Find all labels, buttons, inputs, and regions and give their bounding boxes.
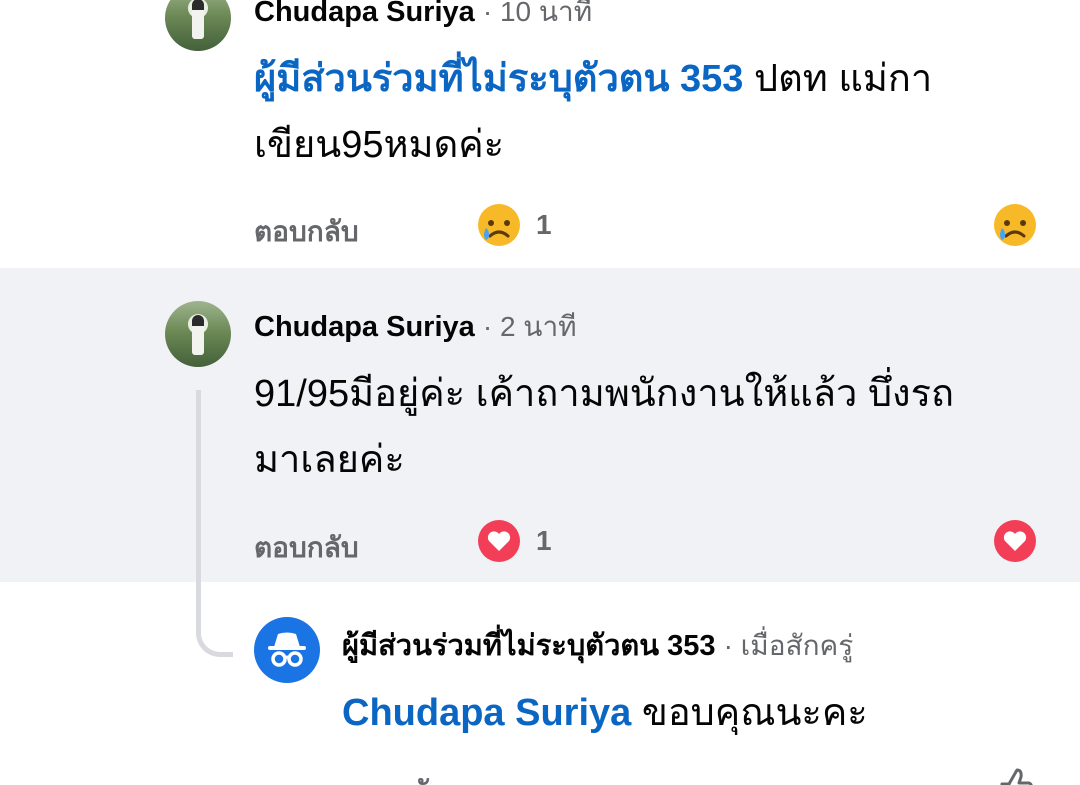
react-button[interactable] — [992, 518, 1038, 568]
author-name[interactable]: ผู้มีส่วนร่วมที่ไม่ระบุตัวตน 353 — [342, 630, 716, 662]
author-name[interactable]: Chudapa Suriya — [254, 0, 475, 28]
incognito-icon — [268, 632, 306, 667]
reaction-summary[interactable]: 1 — [476, 202, 552, 248]
author-name[interactable]: Chudapa Suriya — [254, 311, 475, 343]
anonymous-avatar[interactable] — [254, 617, 320, 683]
comment-body: ผู้มีส่วนร่วมที่ไม่ระบุตัวตน 353 ปตท แม่… — [254, 46, 1054, 178]
comment-body: Chudapa Suriya ขอบคุณนะคะ — [342, 680, 1062, 746]
react-button[interactable] — [992, 202, 1038, 252]
comment-text-line2: มาเลยค่ะ — [254, 439, 405, 481]
react-button[interactable] — [994, 764, 1038, 785]
comment-text-line1: 91/95มีอยู่ค่ะ เค้าถามพนักงานให้แล้ว บึ่… — [254, 373, 955, 415]
comment-text-line1: ปตท แม่กา — [743, 58, 933, 100]
avatar[interactable] — [165, 0, 231, 51]
comment-text-line1: ขอบคุณนะคะ — [631, 692, 868, 734]
sad-emoji-icon — [478, 204, 520, 246]
comment-2: Chudapa Suriya · 2 นาที 91/95มีอยู่ค่ะ เ… — [0, 268, 1080, 582]
comment-author: Chudapa Suriya · 10 นาที — [254, 0, 592, 34]
comment-time[interactable]: · 10 นาที — [483, 0, 592, 27]
comment-time[interactable]: · เมื่อสักครู่ — [724, 630, 854, 661]
reaction-summary[interactable]: 1 — [476, 518, 552, 564]
avatar[interactable] — [165, 301, 231, 367]
reply-button[interactable]: ตอบกลับ — [254, 210, 359, 254]
comment-body: 91/95มีอยู่ค่ะ เค้าถามพนักงานให้แล้ว บึ่… — [254, 361, 1064, 493]
reply-button[interactable]: ตอบกลับ — [342, 770, 447, 785]
comment-thread: Chudapa Suriya · 10 นาที ผู้มีส่วนร่วมที… — [0, 0, 1080, 785]
comment-time[interactable]: · 2 นาที — [483, 311, 577, 342]
like-outline-icon — [1000, 768, 1033, 785]
mention-link[interactable]: Chudapa Suriya — [342, 692, 631, 734]
reaction-count: 1 — [536, 525, 552, 556]
reaction-count: 1 — [536, 209, 552, 240]
comment-3: ผู้มีส่วนร่วมที่ไม่ระบุตัวตน 353 · เมื่อ… — [0, 582, 1080, 785]
comment-1: Chudapa Suriya · 10 นาที ผู้มีส่วนร่วมที… — [0, 0, 1080, 268]
mention-link[interactable]: ผู้มีส่วนร่วมที่ไม่ระบุตัวตน 353 — [254, 58, 743, 100]
comment-author: Chudapa Suriya · 2 นาที — [254, 305, 577, 349]
heart-love-icon — [478, 520, 520, 562]
sad-emoji-icon — [994, 204, 1036, 246]
comment-author: ผู้มีส่วนร่วมที่ไม่ระบุตัวตน 353 · เมื่อ… — [342, 622, 853, 668]
comment-text-line2: เขียน95หมดค่ะ — [254, 124, 505, 166]
heart-love-icon — [994, 520, 1036, 562]
reply-button[interactable]: ตอบกลับ — [254, 526, 359, 570]
